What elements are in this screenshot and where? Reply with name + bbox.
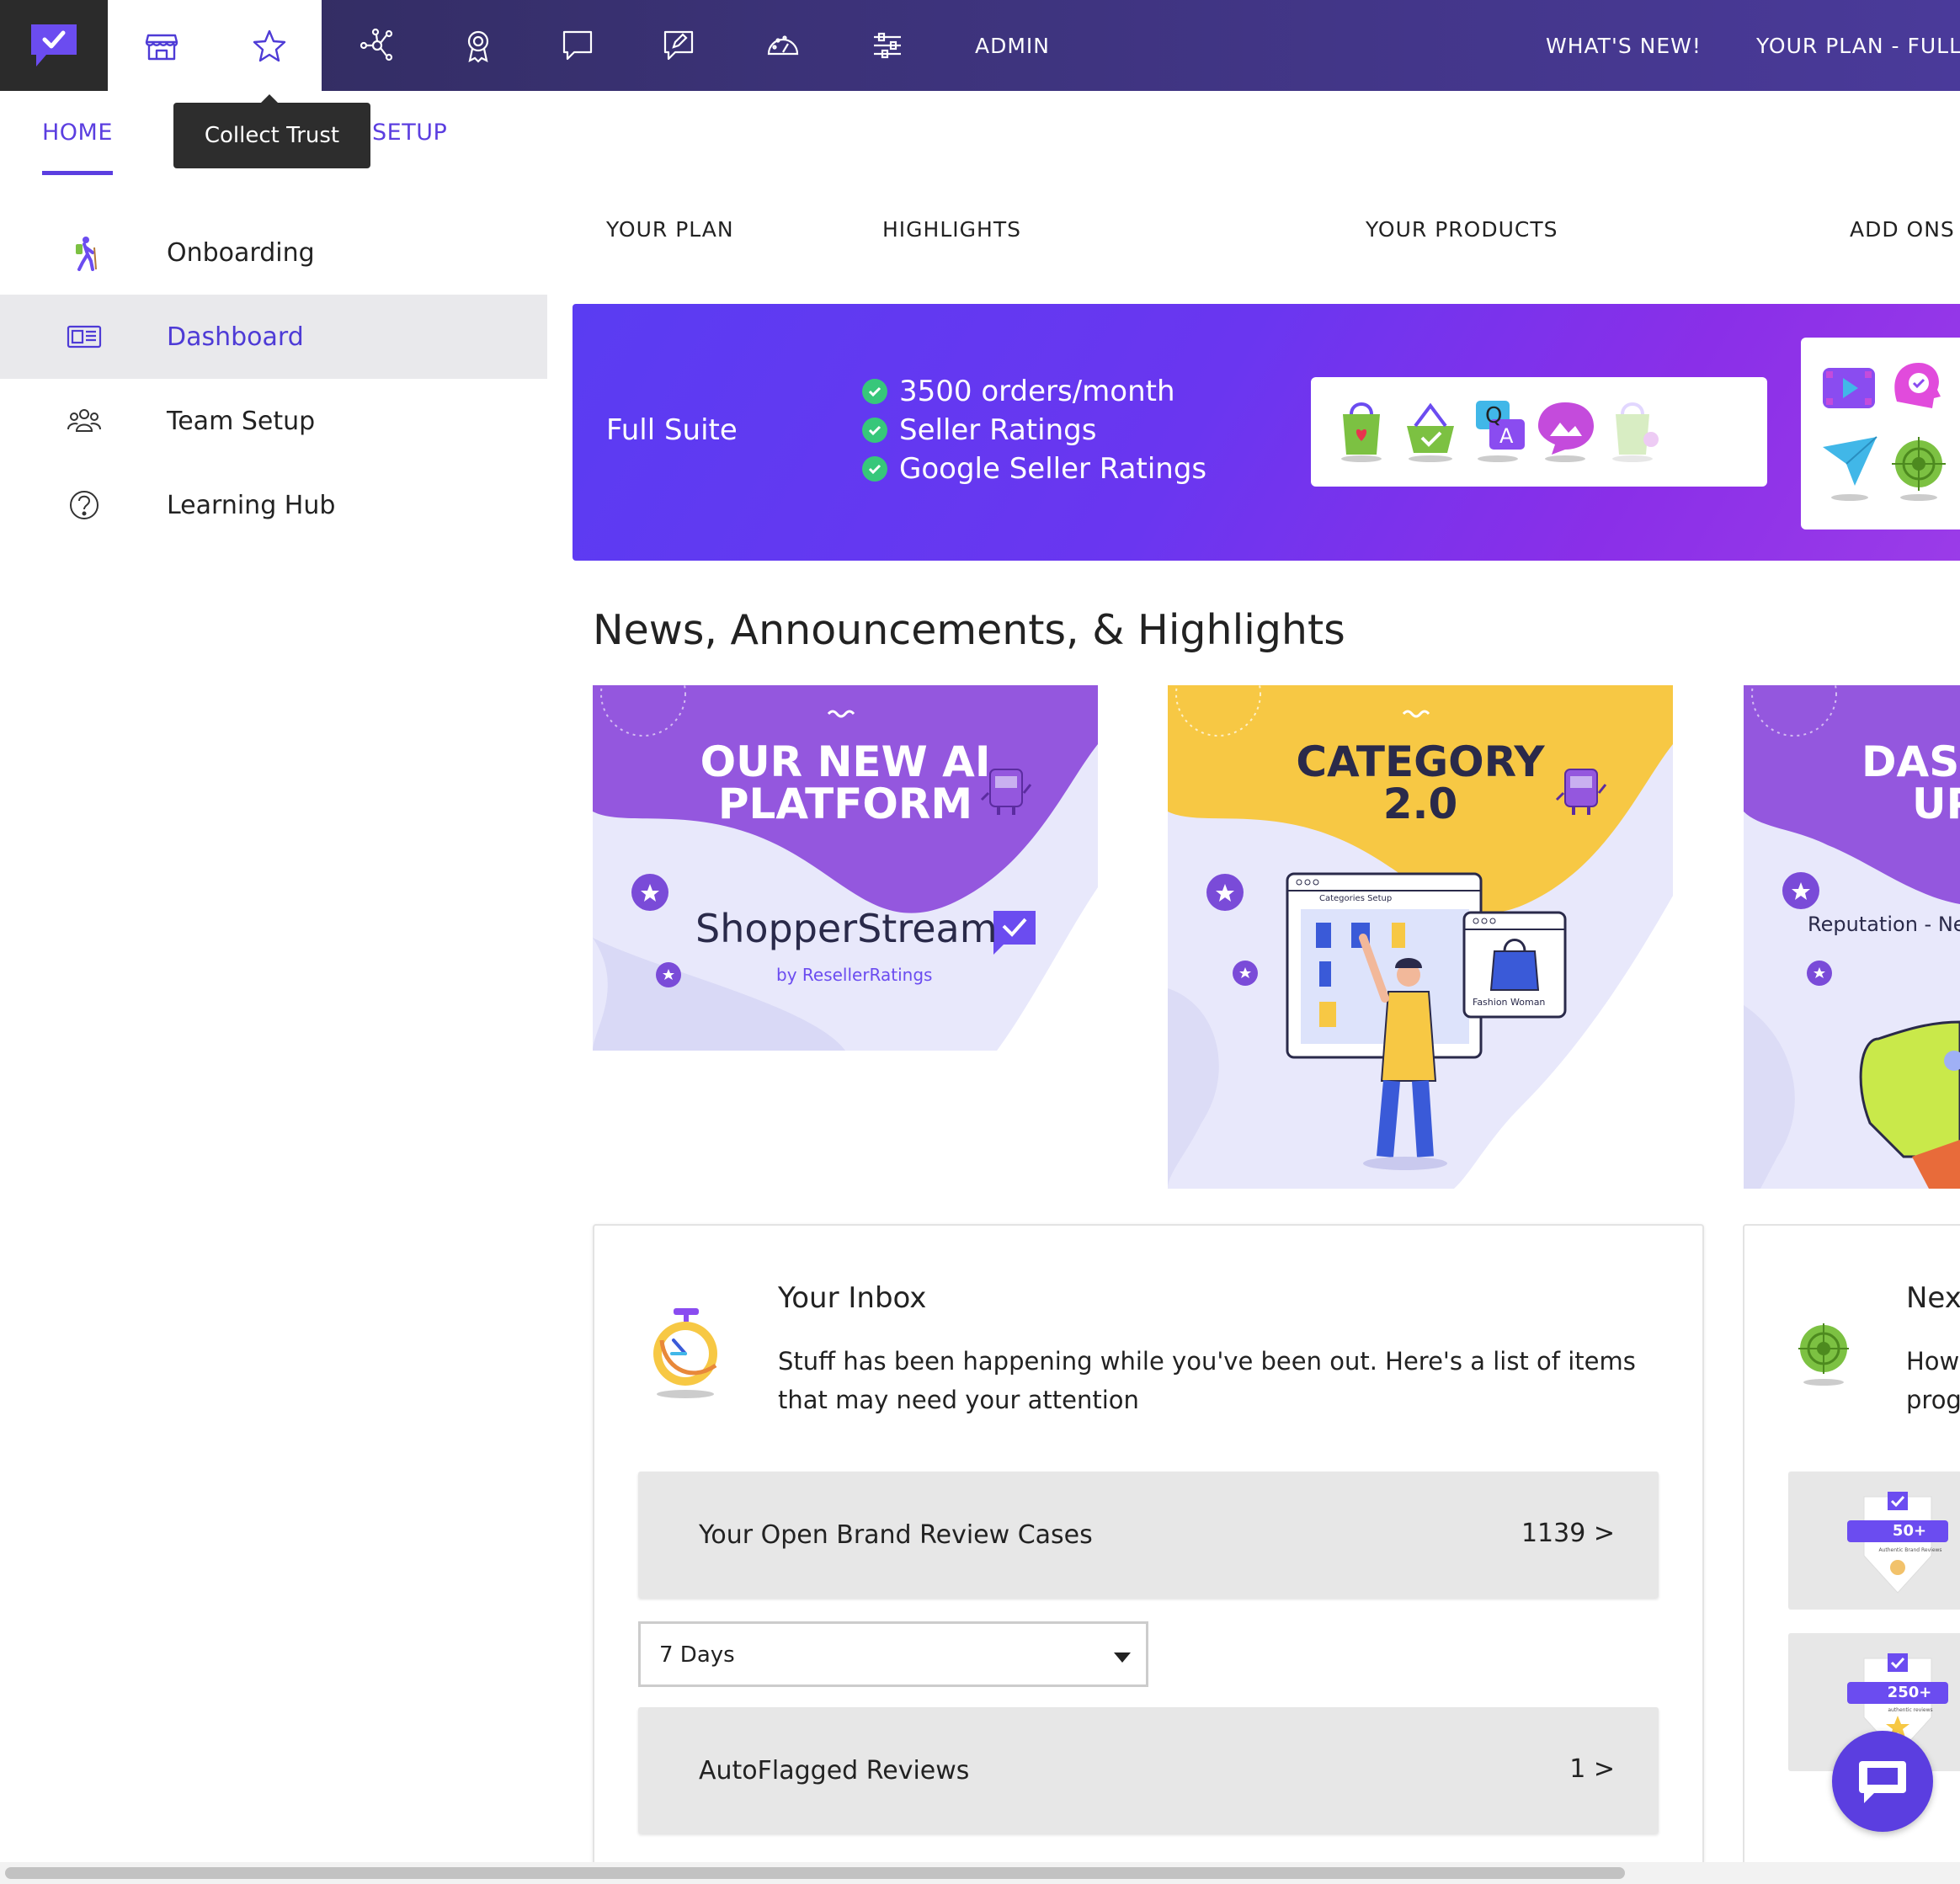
check-circle-icon	[862, 418, 887, 443]
badge-caption: Authentic Brand Reviews	[1878, 1547, 1942, 1553]
sliders-icon[interactable]	[864, 22, 911, 69]
sidebar-item-team-setup[interactable]: Team Setup	[0, 379, 547, 463]
horizontal-scrollbar-thumb[interactable]	[5, 1867, 1625, 1879]
star-icon[interactable]	[246, 22, 293, 69]
store-icon[interactable]	[138, 22, 185, 69]
sidebar-item-label: Dashboard	[167, 322, 304, 352]
period-select[interactable]: 7 Days	[638, 1621, 1148, 1687]
news-card-ai-platform[interactable]: OUR NEW AI PLATFORM ShopperStream by Res…	[593, 685, 1098, 1051]
sidebar-item-onboarding[interactable]: Onboarding	[0, 210, 547, 295]
row-label: Your Open Brand Review Cases	[699, 1520, 1093, 1550]
app-logo[interactable]	[0, 0, 108, 91]
target-icon	[1798, 1323, 1849, 1386]
gauge-icon[interactable]	[759, 22, 807, 69]
card-headline: 2.0	[1382, 780, 1458, 828]
plan-feature-label: 3500 orders/month	[899, 375, 1175, 408]
period-select-value: 7 Days	[659, 1642, 735, 1668]
image-chat-icon	[1538, 402, 1594, 462]
admin-link[interactable]: ADMIN	[975, 34, 1050, 58]
shopping-bag-icon	[1341, 402, 1382, 462]
sidebar-item-label: Learning Hub	[167, 490, 336, 520]
card-headline: PLATFORM	[717, 780, 973, 828]
inbox-card: Your Inbox Stuff has been happening whil…	[593, 1224, 1704, 1884]
hiker-icon	[64, 232, 104, 273]
chevron-down-icon	[1114, 1652, 1131, 1663]
plan-feature-label: Google Seller Ratings	[899, 452, 1207, 486]
card-headline: OUR NEW AI	[700, 737, 991, 786]
card-headline: UP	[1912, 780, 1960, 828]
plan-banner: Full Suite 3500 orders/month Seller Rati…	[573, 304, 1960, 561]
tab-home[interactable]: HOME	[42, 120, 113, 146]
sidebar-item-label: Team Setup	[167, 406, 316, 436]
logo-check-icon	[31, 24, 77, 67]
row-count: 1139 >	[1521, 1519, 1615, 1548]
badge-count: 50+	[1892, 1522, 1927, 1540]
sidebar-item-dashboard[interactable]: Dashboard	[0, 295, 547, 379]
next-card-title: Next	[1906, 1281, 1960, 1315]
check-circle-icon	[862, 379, 887, 404]
inbox-description: Stuff has been happening while you've be…	[778, 1347, 1636, 1414]
card-headline: DASH	[1861, 737, 1960, 786]
card-subtitle: Reputation - Ne	[1808, 913, 1960, 936]
award-icon[interactable]	[455, 22, 502, 69]
network-icon[interactable]	[354, 22, 401, 69]
row-label: AutoFlagged Reviews	[699, 1756, 970, 1786]
row-count: 1 >	[1569, 1754, 1615, 1784]
paper-plane-icon	[1823, 436, 1877, 501]
badge-count: 250+	[1887, 1684, 1932, 1701]
live-chat-button[interactable]	[1832, 1731, 1933, 1832]
badge-caption: authentic reviews	[1888, 1707, 1933, 1713]
card-window-label: Fashion Woman	[1473, 997, 1546, 1008]
chat-bubble-icon	[1859, 1761, 1906, 1803]
addon-icons-panel	[1801, 338, 1960, 530]
card-headline: CATEGORY	[1296, 737, 1545, 786]
card-byline: by ResellerRatings	[776, 965, 933, 985]
milestone-badge-50[interactable]: 50+ Authentic Brand Reviews	[1788, 1472, 1960, 1610]
next-card-description: How prog	[1906, 1342, 1960, 1419]
stopwatch-icon	[653, 1308, 717, 1398]
tab-your-plan[interactable]: YOUR PLAN	[606, 217, 734, 242]
help-icon	[64, 485, 104, 525]
qa-icon: QA	[1476, 401, 1525, 462]
shield-badge-icon	[1847, 1492, 1948, 1594]
tab-your-products[interactable]: YOUR PRODUCTS	[1366, 217, 1558, 242]
basket-icon	[1407, 402, 1454, 462]
check-circle-icon	[862, 456, 887, 482]
news-section-title: News, Announcements, & Highlights	[593, 606, 1345, 654]
team-icon	[64, 401, 104, 441]
target-icon	[1892, 437, 1946, 501]
news-card-category[interactable]: CATEGORY 2.0 Categories Setup Fashion Wo…	[1168, 685, 1673, 1189]
chat-icon[interactable]	[554, 22, 601, 69]
news-card-dashboard-update[interactable]: DASH UP Reputation - Ne	[1744, 685, 1960, 1189]
sidebar-item-learning-hub[interactable]: Learning Hub	[0, 463, 547, 547]
top-navigation-bar: ADMIN WHAT'S NEW! YOUR PLAN - FULL SU	[0, 0, 1960, 91]
sidebar-item-label: Onboarding	[167, 237, 315, 268]
home-tab-underline	[42, 171, 113, 175]
plan-feature: Seller Ratings	[862, 413, 1096, 447]
location-bag-icon	[1612, 402, 1659, 462]
your-plan-link[interactable]: YOUR PLAN - FULL SU	[1756, 34, 1960, 58]
card-window-title: Categories Setup	[1319, 894, 1393, 903]
edit-icon[interactable]	[655, 22, 702, 69]
plan-feature-label: Seller Ratings	[899, 413, 1097, 447]
video-icon	[1823, 368, 1875, 408]
plan-feature: Google Seller Ratings	[862, 452, 1206, 486]
whats-new-link[interactable]: WHAT'S NEW!	[1546, 34, 1702, 58]
inbox-title: Your Inbox	[778, 1281, 927, 1315]
plan-feature: 3500 orders/month	[862, 375, 1175, 408]
next-card-description-line: How	[1906, 1347, 1960, 1376]
card-brand: ShopperStream	[695, 906, 998, 951]
svg-text:A: A	[1499, 424, 1514, 448]
plan-name: Full Suite	[606, 413, 738, 447]
ai-head-icon	[1894, 363, 1941, 408]
collect-trust-tooltip: Collect Trust	[173, 103, 370, 168]
next-card-description-line: prog	[1906, 1386, 1960, 1414]
tab-setup[interactable]: SETUP	[372, 120, 447, 146]
dashboard-icon	[64, 317, 104, 357]
tab-highlights[interactable]: HIGHLIGHTS	[882, 217, 1021, 242]
tab-add-ons[interactable]: ADD ONS	[1850, 217, 1955, 242]
autoflagged-reviews-row[interactable]: AutoFlagged Reviews 1 >	[638, 1707, 1659, 1833]
product-icons-panel: QA	[1311, 377, 1767, 487]
open-brand-review-cases-row[interactable]: Your Open Brand Review Cases 1139 >	[638, 1472, 1659, 1598]
